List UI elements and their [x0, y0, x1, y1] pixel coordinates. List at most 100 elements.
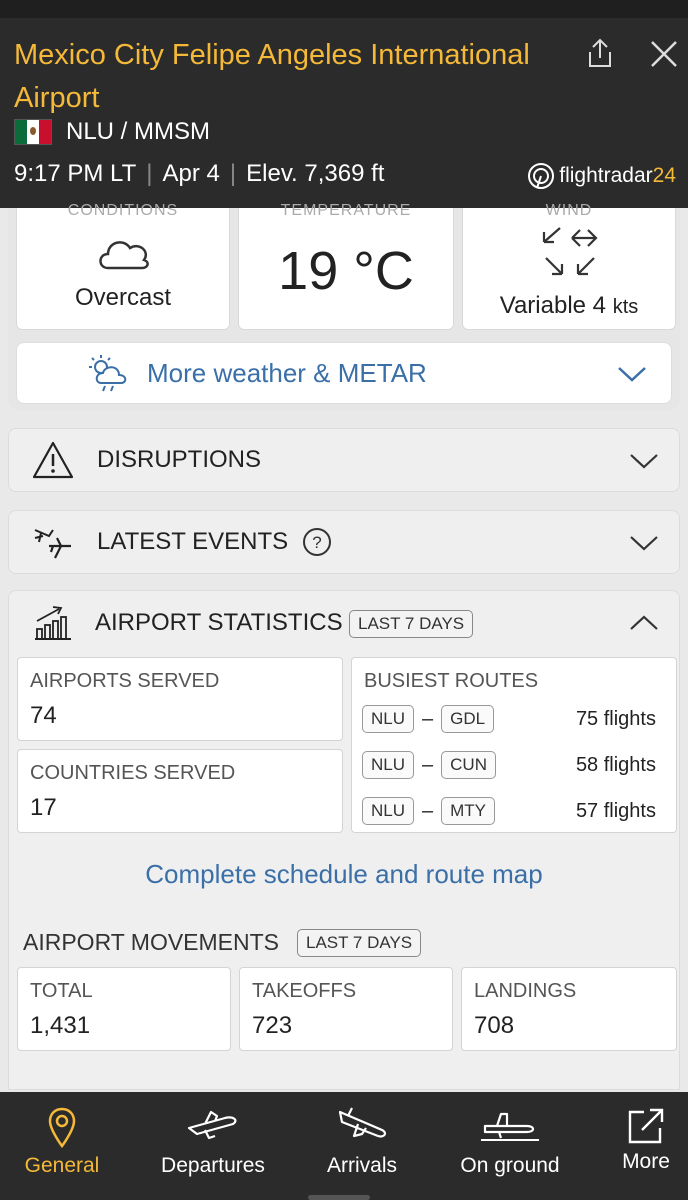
- conditions-card: CONDITIONS Overcast: [16, 202, 230, 330]
- separator: |: [229, 160, 237, 187]
- arrivals-plane-icon: [338, 1107, 387, 1138]
- local-time: 9:17 PM LT: [14, 160, 137, 187]
- brand-text: flightradar: [559, 164, 653, 187]
- nav-arrivals-label: Arrivals: [326, 1154, 397, 1177]
- external-more-icon: [628, 1108, 664, 1144]
- takeoffs-label: TAKEOFFS: [252, 980, 357, 1002]
- mexico-flag-icon: [14, 119, 52, 145]
- more-weather-label: More weather & METAR: [147, 357, 427, 388]
- route-row[interactable]: NLU – GDL 75 flights: [362, 704, 656, 734]
- route-flights: 58 flights: [575, 753, 656, 776]
- latest-events-row[interactable]: LATEST EVENTS ?: [8, 510, 680, 574]
- nav-arrivals[interactable]: Arrivals: [306, 1092, 418, 1188]
- bottom-navigation: General Departures Arrivals On ground Mo…: [0, 1092, 688, 1200]
- movements-period-badge: LAST 7 DAYS: [297, 929, 422, 957]
- local-date: Apr 4: [162, 160, 220, 187]
- temperature-label: TEMPERATURE: [280, 202, 412, 219]
- route-origin: NLU: [362, 751, 415, 779]
- wind-value: Variable 4: [499, 292, 607, 319]
- planes-icon: [34, 529, 71, 559]
- condition-value: Overcast: [74, 284, 172, 311]
- countries-served-value: 17: [30, 794, 57, 821]
- chevron-down-icon: [630, 454, 658, 469]
- landings-card: LANDINGS 708: [461, 967, 677, 1051]
- airport-codes: NLU / MMSM: [66, 118, 210, 145]
- airports-served-card: AIRPORTS SERVED 74: [17, 657, 343, 741]
- nav-general[interactable]: General: [0, 1092, 124, 1188]
- route-destination: MTY: [441, 797, 496, 825]
- wind-unit: kts: [612, 296, 639, 318]
- takeoffs-card: TAKEOFFS 723: [239, 967, 453, 1051]
- total-value: 1,431: [30, 1012, 91, 1039]
- radar-logo-icon: [528, 163, 555, 189]
- header-top-strip: [0, 0, 688, 18]
- disruptions-label: DISRUPTIONS: [97, 446, 262, 473]
- total-label: TOTAL: [30, 980, 93, 1002]
- temperature-value: 19 °C: [278, 241, 414, 301]
- disruptions-row[interactable]: DISRUPTIONS: [8, 428, 680, 492]
- period-badge: LAST 7 DAYS: [349, 610, 474, 638]
- wind-card: WIND Variable 4 kts: [462, 202, 676, 330]
- airport-codes-row: NLU / MMSM: [14, 118, 210, 146]
- conditions-label: CONDITIONS: [67, 202, 179, 219]
- route-dash: –: [422, 753, 434, 776]
- chevron-up-icon: [630, 615, 658, 630]
- route-origin: NLU: [362, 705, 415, 733]
- more-weather-button[interactable]: More weather & METAR: [16, 342, 672, 404]
- route-destination: CUN: [441, 751, 496, 779]
- sun-cloud-rain-icon: [89, 355, 127, 392]
- warning-icon: [32, 441, 74, 479]
- airport-header: Mexico City Felipe Angeles International…: [0, 0, 688, 208]
- airports-served-label: AIRPORTS SERVED: [30, 670, 220, 692]
- route-destination: GDL: [441, 705, 495, 733]
- airport-info-row: 9:17 PM LT | Apr 4 | Elev. 7,369 ft: [14, 160, 384, 188]
- airport-title: Mexico City Felipe Angeles International…: [14, 39, 530, 114]
- chevron-down-icon: [618, 367, 646, 382]
- route-dash: –: [422, 799, 434, 822]
- wind-value-row: Variable 4 kts: [463, 292, 675, 320]
- airport-movements-label: AIRPORT MOVEMENTS: [23, 929, 280, 955]
- on-ground-plane-icon: [481, 1112, 539, 1141]
- countries-served-label: COUNTRIES SERVED: [30, 762, 236, 784]
- weather-panel: CONDITIONS Overcast TEMPERATURE 19 °C WI…: [8, 202, 680, 410]
- route-flights: 75 flights: [575, 707, 656, 730]
- cloud-icon: [99, 241, 149, 270]
- wind-label: WIND: [545, 202, 593, 219]
- nav-more-label: More: [622, 1150, 670, 1173]
- airport-statistics-section: AIRPORT STATISTICS LAST 7 DAYS AIRPORTS …: [8, 590, 680, 1090]
- busiest-routes-card: BUSIEST ROUTES NLU – GDL 75 flights NLU …: [351, 657, 677, 833]
- nav-departures-label: Departures: [161, 1154, 265, 1177]
- flightradar24-logo: flightradar 24: [527, 162, 676, 190]
- temperature-card: TEMPERATURE 19 °C: [238, 202, 454, 330]
- brand-number: 24: [652, 164, 676, 187]
- statistics-chart-icon: [35, 606, 71, 640]
- home-indicator: [308, 1195, 370, 1200]
- nav-on-ground[interactable]: On ground: [442, 1092, 578, 1188]
- airport-statistics-label: AIRPORT STATISTICS: [95, 609, 343, 636]
- nav-more[interactable]: More: [604, 1092, 688, 1188]
- wind-variable-icon: [542, 227, 598, 276]
- route-row[interactable]: NLU – CUN 58 flights: [362, 750, 656, 780]
- busiest-routes-label: BUSIEST ROUTES: [364, 670, 539, 692]
- takeoffs-value: 723: [252, 1012, 293, 1039]
- route-flights: 57 flights: [575, 799, 656, 822]
- airport-statistics-header[interactable]: AIRPORT STATISTICS LAST 7 DAYS: [9, 591, 679, 657]
- airports-served-value: 74: [30, 702, 57, 729]
- location-pin-icon: [48, 1107, 76, 1148]
- separator: |: [146, 160, 153, 187]
- nav-departures[interactable]: Departures: [142, 1092, 284, 1188]
- schedule-route-map-link[interactable]: Complete schedule and route map: [9, 859, 679, 890]
- svg-text:?: ?: [312, 533, 321, 552]
- share-icon[interactable]: [582, 36, 618, 72]
- countries-served-card: COUNTRIES SERVED 17: [17, 749, 343, 833]
- chevron-down-icon: [630, 536, 658, 551]
- landings-value: 708: [474, 1012, 515, 1039]
- route-origin: NLU: [362, 797, 415, 825]
- help-icon[interactable]: ?: [302, 527, 332, 557]
- departures-plane-icon: [187, 1110, 237, 1140]
- landings-label: LANDINGS: [474, 980, 577, 1002]
- elevation: Elev. 7,369 ft: [246, 160, 385, 187]
- total-movements-card: TOTAL 1,431: [17, 967, 231, 1051]
- close-icon[interactable]: [646, 36, 682, 72]
- route-row[interactable]: NLU – MTY 57 flights: [362, 796, 656, 826]
